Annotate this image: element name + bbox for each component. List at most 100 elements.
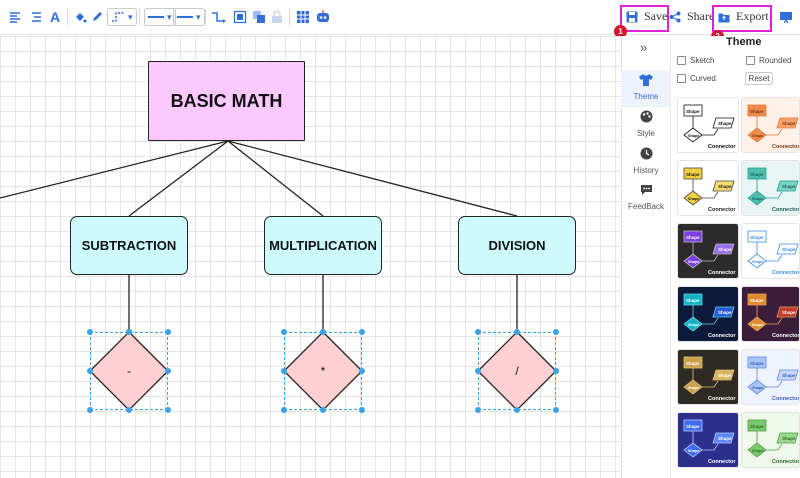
theme-preview-text: Shape [718,247,732,252]
line-weight-dropdown[interactable]: ▾ [144,8,176,26]
export-label: Export [736,9,769,23]
theme-preview: Shape Shape Shape Connector [678,98,738,152]
curved-label: Curved [690,74,716,83]
theme-card[interactable]: Shape Shape Shape Connector [741,160,800,216]
table-icon[interactable] [296,8,310,26]
arrange-icon[interactable] [252,8,266,26]
rounded-checkbox[interactable]: Rounded [746,56,791,65]
theme-card[interactable]: Shape Shape Shape Connector [677,160,739,216]
theme-preview-text: Connector [772,207,800,213]
rail-item-style[interactable]: Style [621,110,671,138]
resize-handle[interactable] [514,329,520,335]
export-button[interactable]: Export [718,9,769,24]
theme-preview-text: Shape [686,235,700,240]
resize-handle[interactable] [281,329,287,335]
node-label: SUBTRACTION [81,238,177,253]
theme-card[interactable]: Shape Shape Shape Connector [677,223,739,279]
rail-item-theme[interactable]: Theme [621,70,671,107]
checkbox-icon [677,56,686,65]
root-node[interactable]: BASIC MATH [148,61,305,141]
theme-preview-text: Shape [750,361,764,366]
theme-preview-text: Shape [686,361,700,366]
ai-robot-icon[interactable] [315,8,331,26]
resize-handle[interactable] [126,407,132,413]
theme-card[interactable]: Shape Shape Shape Connector [677,412,739,468]
save-button[interactable]: Save [626,9,667,24]
sketch-checkbox[interactable]: Sketch [677,56,714,65]
theme-preview-text: Shape [752,449,763,453]
theme-card[interactable]: Shape Shape Shape Connector [677,349,739,405]
line-style-dropdown[interactable]: ▾ [107,8,137,26]
theme-card[interactable]: Shape Shape Shape Connector [741,286,800,342]
theme-preview: Shape Shape Shape Connector [742,413,799,467]
chevron-down-icon: ▾ [196,11,201,22]
theme-card[interactable]: Shape Shape Shape Connector [677,97,739,153]
resize-handle[interactable] [359,329,365,335]
theme-card[interactable]: Shape Shape Shape Connector [741,97,800,153]
theme-preview-text: Shape [782,373,796,378]
resize-handle[interactable] [87,329,93,335]
resize-handle[interactable] [281,407,287,413]
diagram-canvas[interactable]: BASIC MATH SUBTRACTION MULTIPLICATION DI… [0,36,621,478]
resize-handle[interactable] [514,407,520,413]
resize-handle[interactable] [553,329,559,335]
resize-handle[interactable] [553,407,559,413]
rail-label: History [633,166,659,175]
curved-checkbox[interactable]: Curved [677,74,716,83]
checkbox-icon [746,56,755,65]
multiplication-symbol: * [320,364,326,378]
theme-preview-text: Connector [772,396,800,402]
reset-button[interactable]: Reset [745,72,773,85]
rail-item-history[interactable]: History [621,147,671,175]
rail-item-feedback[interactable]: FeedBack [621,184,671,211]
theme-card[interactable]: Shape Shape Shape Connector [677,286,739,342]
share-button[interactable]: Share [669,9,714,24]
pen-icon[interactable] [90,8,104,26]
resize-handle[interactable] [359,407,365,413]
resize-handle[interactable] [320,329,326,335]
save-icon [626,11,638,22]
theme-card[interactable]: Shape Shape Shape Connector [741,412,800,468]
reset-label: Reset [748,74,770,83]
text-align-icon[interactable] [8,8,22,26]
font-color-icon[interactable]: A [48,8,62,26]
theme-preview-text: Connector [708,144,736,150]
theme-preview: Shape Shape Shape Connector [678,287,738,341]
resize-handle[interactable] [165,407,171,413]
line-end-dropdown[interactable]: ▾ [173,8,205,26]
theme-preview-text: Shape [718,373,732,378]
subtraction-node[interactable]: SUBTRACTION [70,216,188,275]
theme-preview-text: Shape [782,247,796,252]
division-node[interactable]: DIVISION [458,216,576,275]
connector-icon[interactable] [210,8,228,26]
theme-preview-text: Shape [688,449,699,453]
theme-preview: Shape Shape Shape Connector [742,161,800,215]
resize-handle[interactable] [126,329,132,335]
resize-handle[interactable] [475,407,481,413]
theme-preview-text: Shape [686,109,700,114]
toolbar-divider [67,9,68,25]
export-icon [718,13,730,22]
fill-icon[interactable] [72,8,88,26]
resize-handle[interactable] [475,329,481,335]
resize-handle[interactable] [87,407,93,413]
theme-preview: Shape Shape Shape Connector [742,224,799,278]
theme-preview-text: Shape [686,172,700,177]
collapse-panel-icon[interactable]: » [640,40,647,55]
theme-preview-text: Connector [772,333,800,339]
theme-preview-text: Shape [752,260,763,264]
group-icon[interactable] [233,8,247,26]
theme-preview-text: Connector [772,144,800,150]
theme-card[interactable]: Shape Shape Shape Connector [741,349,800,405]
theme-preview-text: Shape [750,298,764,303]
resize-handle[interactable] [165,329,171,335]
present-icon[interactable] [779,8,793,26]
resize-handle[interactable] [320,407,326,413]
theme-preview-text: Shape [752,323,763,327]
toolbar: A ▾ ▾ ▾ Save 1 Share Export [0,0,800,43]
text-spacing-icon[interactable] [30,8,44,26]
theme-card[interactable]: Shape Shape Shape Connector [741,223,800,279]
node-label: DIVISION [488,238,546,253]
lock-icon[interactable] [271,8,283,26]
multiplication-node[interactable]: MULTIPLICATION [264,216,382,275]
